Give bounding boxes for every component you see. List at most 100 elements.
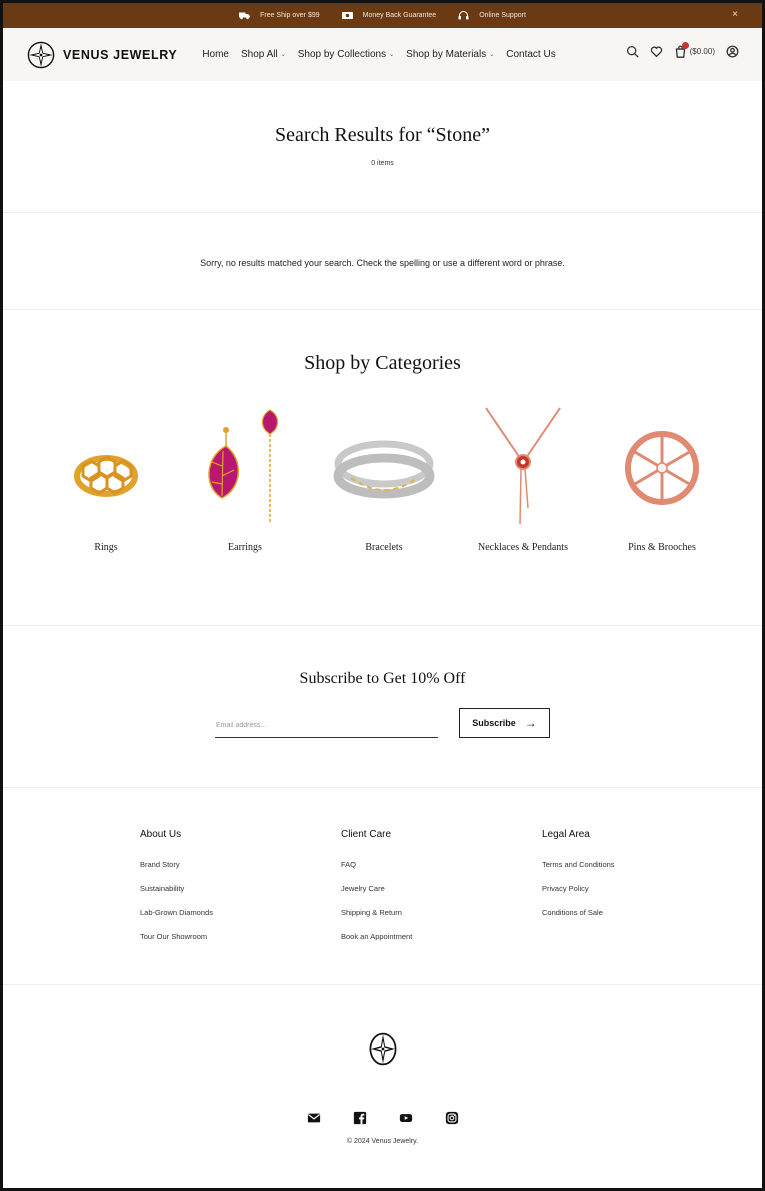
close-icon[interactable]: × xyxy=(732,9,738,20)
category-bracelets[interactable]: Bracelets xyxy=(318,403,450,553)
facebook-link[interactable] xyxy=(353,1111,367,1125)
category-image xyxy=(457,403,589,528)
nav-home[interactable]: Home xyxy=(202,49,229,60)
footer-link-conditions-sale[interactable]: Conditions of Sale xyxy=(542,908,743,917)
section-title: Shop by Categories xyxy=(304,352,461,374)
footer-column-legal: Legal Area Terms and Conditions Privacy … xyxy=(542,788,743,984)
announcement-text: Money Back Guarantee xyxy=(362,12,437,19)
arrow-right-icon: → xyxy=(524,716,537,730)
truck-icon xyxy=(239,12,251,20)
nav-shop-by-materials[interactable]: Shop by Materials ⌄ xyxy=(406,49,494,60)
wishlist-button[interactable] xyxy=(650,44,664,58)
subscribe-form: Subscribe → xyxy=(3,708,762,738)
chevron-down-icon: ⌄ xyxy=(489,52,495,58)
announcement-shipping: Free Ship over $99 xyxy=(239,11,320,20)
instagram-link[interactable] xyxy=(445,1111,459,1125)
youtube-link[interactable] xyxy=(399,1111,413,1125)
category-rings[interactable]: Rings xyxy=(40,403,172,553)
page-title: Search Results for “Stone” xyxy=(275,124,490,146)
nav-label: Contact Us xyxy=(506,49,556,60)
cart-badge xyxy=(681,41,689,49)
mail-icon xyxy=(307,1113,320,1123)
user-icon xyxy=(726,45,738,57)
earrings-image xyxy=(208,408,279,522)
cart-button[interactable]: ($0.00) xyxy=(674,41,715,58)
heart-icon xyxy=(650,46,663,57)
category-label: Pins & Brooches xyxy=(628,542,696,553)
footer-link-shipping-return[interactable]: Shipping & Return xyxy=(341,908,542,917)
chevron-down-icon: ⌄ xyxy=(280,52,286,58)
footer-bottom: © 2024 Venus Jewelry. xyxy=(3,985,762,1145)
footer-links: About Us Brand Story Sustainability Lab-… xyxy=(3,788,762,985)
page: Free Ship over $99 Money Back Guarantee … xyxy=(0,0,765,1191)
footer-heading: Legal Area xyxy=(542,829,590,840)
search-results-header: Search Results for “Stone” 0 items xyxy=(3,81,762,213)
footer-column-client-care: Client Care FAQ Jewelry Care Shipping & … xyxy=(341,788,542,984)
category-earrings[interactable]: Earrings xyxy=(179,403,311,553)
category-image xyxy=(318,403,450,528)
brooch-image xyxy=(625,430,699,505)
nav-contact-us[interactable]: Contact Us xyxy=(506,49,555,60)
email-field[interactable] xyxy=(215,714,438,738)
search-icon xyxy=(627,45,639,58)
announcement-bar: Free Ship over $99 Money Back Guarantee … xyxy=(3,3,762,28)
nav-shop-by-collections[interactable]: Shop by Collections ⌄ xyxy=(298,49,394,60)
brand-name: VENUS JEWELRY xyxy=(63,47,178,62)
categories-section: Shop by Categories Rings Earrings Bracel… xyxy=(3,310,762,626)
facebook-icon xyxy=(353,1111,366,1125)
nav-shop-all[interactable]: Shop All ⌄ xyxy=(241,49,286,60)
subscribe-label: Subscribe xyxy=(472,718,516,728)
instagram-icon xyxy=(445,1111,458,1125)
account-button[interactable] xyxy=(725,44,739,58)
nav-label: Shop All xyxy=(241,49,278,60)
subscribe-title: Subscribe to Get 10% Off xyxy=(299,670,466,687)
announcement-text: Online Support xyxy=(479,12,526,19)
search-button[interactable] xyxy=(626,44,640,58)
footer-link-tour-showroom[interactable]: Tour Our Showroom xyxy=(140,932,341,941)
nav-label: Home xyxy=(202,49,229,60)
necklace-image xyxy=(485,406,561,524)
category-list: Rings Earrings Bracelets Necklaces & Pen… xyxy=(3,403,762,553)
results-count: 0 items xyxy=(371,160,394,167)
compass-logo-icon xyxy=(369,1032,396,1066)
category-label: Necklaces & Pendants xyxy=(478,542,568,553)
category-pins-brooches[interactable]: Pins & Brooches xyxy=(596,403,728,553)
footer-link-faq[interactable]: FAQ xyxy=(341,860,542,869)
no-results-message: Sorry, no results matched your search. C… xyxy=(3,213,762,310)
category-label: Bracelets xyxy=(365,542,403,553)
footer-heading: About Us xyxy=(140,829,182,840)
copyright: © 2024 Venus Jewelry. xyxy=(346,1138,419,1145)
compass-logo-icon xyxy=(27,41,55,68)
footer-link-lab-grown-diamonds[interactable]: Lab-Grown Diamonds xyxy=(140,908,341,917)
subscribe-section: Subscribe to Get 10% Off Subscribe → xyxy=(3,626,762,788)
cart-total: ($0.00) xyxy=(689,46,715,56)
chevron-down-icon: ⌄ xyxy=(389,52,395,58)
ring-image xyxy=(74,454,138,497)
announcement-guarantee: Money Back Guarantee xyxy=(341,11,437,20)
nav-label: Shop by Collections xyxy=(297,49,387,60)
logo[interactable]: VENUS JEWELRY xyxy=(27,41,177,69)
site-header: VENUS JEWELRY Home Shop All ⌄ Shop by Col… xyxy=(3,28,762,81)
category-image xyxy=(179,403,311,528)
footer-link-privacy[interactable]: Privacy Policy xyxy=(542,884,743,893)
subscribe-button[interactable]: Subscribe → xyxy=(459,708,550,738)
category-image xyxy=(596,403,728,528)
footer-heading: Client Care xyxy=(341,829,392,840)
footer-column-about: About Us Brand Story Sustainability Lab-… xyxy=(140,788,341,984)
footer-logo[interactable] xyxy=(3,985,762,1067)
footer-link-terms[interactable]: Terms and Conditions xyxy=(542,860,743,869)
announcement-text: Free Ship over $99 xyxy=(260,12,320,19)
category-label: Rings xyxy=(94,542,118,553)
category-label: Earrings xyxy=(228,542,262,553)
email-link[interactable] xyxy=(307,1111,321,1125)
footer-link-brand-story[interactable]: Brand Story xyxy=(140,860,341,869)
money-icon xyxy=(341,12,353,19)
footer-link-sustainability[interactable]: Sustainability xyxy=(140,884,341,893)
announcement-support: Online Support xyxy=(458,11,526,20)
social-links xyxy=(3,1111,762,1125)
header-actions: ($0.00) xyxy=(616,41,739,58)
footer-link-jewelry-care[interactable]: Jewelry Care xyxy=(341,884,542,893)
headphones-icon xyxy=(458,11,469,20)
category-necklaces-pendants[interactable]: Necklaces & Pendants xyxy=(457,403,589,553)
footer-link-book-appointment[interactable]: Book an Appointment xyxy=(341,932,542,941)
